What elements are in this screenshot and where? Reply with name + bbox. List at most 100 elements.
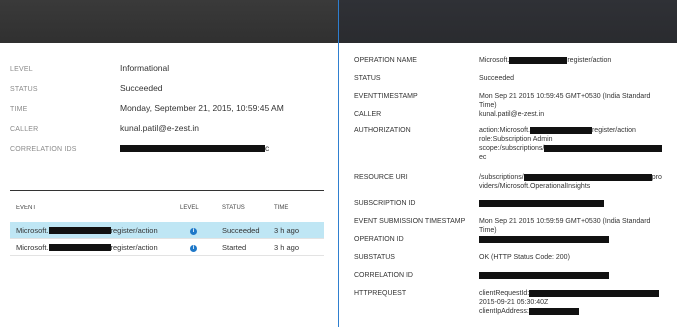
summary-time-label: TIME — [10, 106, 28, 113]
prop-value — [479, 271, 669, 280]
value-line: 2015-09-21 05:30:40Z — [479, 299, 549, 306]
event-name-suffix: register/action — [110, 242, 158, 252]
info-icon: i — [190, 245, 197, 252]
summary-status-label: STATUS — [10, 86, 38, 93]
prop-label: CORRELATION ID — [354, 272, 413, 279]
status-cell: Started — [222, 242, 247, 252]
events-table-header: EVENT LEVEL STATUS TIME — [10, 199, 324, 216]
column-header-event[interactable]: EVENT — [10, 205, 180, 211]
time-cell: 3 h ago — [274, 225, 300, 235]
event-name-cell: Microsoft. register/action — [10, 243, 180, 252]
prop-authorization: AUTHORIZATION action:Microsoft. register/… — [354, 126, 672, 173]
prop-subscription-id: SUBSCRIPTION ID — [354, 199, 672, 217]
summary-level-label: LEVEL — [10, 66, 33, 73]
prop-value: Microsoft. register/action — [479, 56, 669, 65]
event-name-prefix: Microsoft. — [16, 225, 49, 235]
prop-value: OK (HTTP Status Code: 200) — [479, 254, 570, 261]
redaction-bar — [479, 235, 609, 243]
redaction-bar — [48, 227, 111, 235]
status-cell: Succeeded — [222, 225, 260, 235]
summary-time-value: Monday, September 21, 2015, 10:59:45 AM — [120, 103, 284, 113]
event-properties: OPERATION NAME Microsoft. register/action… — [354, 56, 672, 319]
redaction-bar — [479, 271, 609, 279]
event-name-suffix: register/action — [110, 225, 158, 235]
summary-caller-label: CALLER — [10, 126, 39, 133]
table-row[interactable]: Microsoft. register/action i Started 3 h … — [10, 239, 324, 256]
prop-resource-uri: RESOURCE URI /subscriptions/pro viders/M… — [354, 173, 672, 199]
summary-correlation-value: c — [120, 143, 269, 153]
summary-status-value: Succeeded — [120, 83, 163, 93]
value-line: role:Subscription Admin — [479, 136, 553, 143]
summary-level-row: LEVEL Informational — [10, 63, 330, 83]
prop-value — [479, 235, 669, 244]
column-header-status[interactable]: STATUS — [222, 205, 274, 211]
time-cell: 3 h ago — [274, 242, 300, 252]
blade-header — [0, 0, 338, 43]
redaction-bar — [48, 244, 111, 252]
column-header-time[interactable]: TIME — [274, 205, 318, 211]
redaction-bar — [509, 56, 568, 64]
prop-value: Succeeded — [479, 75, 515, 82]
redaction-bar — [544, 144, 663, 152]
value-part: pro — [651, 174, 662, 181]
redaction-bar — [479, 199, 604, 207]
prop-operation-name: OPERATION NAME Microsoft. register/action — [354, 56, 672, 74]
value-part: clientRequestId: — [479, 290, 530, 297]
prop-value: /subscriptions/pro viders/Microsoft.Oper… — [479, 173, 669, 191]
level-cell: i — [180, 225, 222, 235]
value-part: scope:/subscriptions/ — [479, 145, 545, 152]
redaction-bar — [528, 307, 579, 315]
value-part: clientIpAddress: — [479, 308, 529, 315]
prop-label: OPERATION NAME — [354, 57, 417, 64]
prop-label: HTTPREQUEST — [354, 290, 407, 297]
redaction-bar — [120, 145, 265, 153]
prop-operation-id: OPERATION ID — [354, 235, 672, 253]
prop-eventtimestamp: EVENTTIMESTAMP Mon Sep 21 2015 10:59:45 … — [354, 92, 672, 110]
info-icon: i — [190, 228, 197, 235]
activity-log-blade: LEVEL Informational STATUS Succeeded TIM… — [0, 0, 338, 327]
summary-correlation-row: CORRELATION IDS c — [10, 143, 330, 163]
prop-httprequest: HTTPREQUEST clientRequestId: 2015-09-21 … — [354, 289, 672, 319]
summary-correlation-label: CORRELATION IDS — [10, 146, 77, 153]
prop-label: OPERATION ID — [354, 236, 404, 243]
event-details-blade: OPERATION NAME Microsoft. register/action… — [339, 0, 677, 327]
value-part: register/action — [567, 57, 612, 64]
value-line: ec — [479, 154, 487, 161]
value-part: Microsoft. — [479, 57, 510, 64]
value-line: scope:/subscriptions/ — [479, 144, 669, 153]
summary-caller-row: CALLER kunal.patil@e-zest.in — [10, 123, 330, 143]
details-header — [339, 0, 677, 43]
redaction-bar — [529, 289, 660, 297]
prop-value: clientRequestId: 2015-09-21 05:30:40Z cl… — [479, 289, 669, 316]
prop-caller: CALLER kunal.patil@e-zest.in — [354, 110, 672, 126]
event-name-prefix: Microsoft. — [16, 242, 49, 252]
prop-value: Mon Sep 21 2015 10:59:59 GMT+0530 (India… — [479, 218, 651, 234]
redaction-bar — [523, 173, 652, 181]
summary-time-row: TIME Monday, September 21, 2015, 10:59:4… — [10, 103, 330, 123]
table-row[interactable]: Microsoft. register/action i Succeeded 3 … — [10, 222, 324, 239]
event-summary: LEVEL Informational STATUS Succeeded TIM… — [10, 63, 330, 163]
summary-caller-value: kunal.patil@e-zest.in — [120, 123, 200, 133]
value-part: action:Microsoft. — [479, 127, 530, 134]
level-cell: i — [180, 242, 222, 252]
value-part: /subscriptions/ — [479, 174, 524, 181]
prop-label: CALLER — [354, 111, 382, 118]
prop-label: STATUS — [354, 75, 381, 82]
prop-label: SUBSTATUS — [354, 254, 395, 261]
prop-label: SUBSCRIPTION ID — [354, 200, 416, 207]
value-line: clientIpAddress: — [479, 307, 669, 316]
events-table: EVENT LEVEL STATUS TIME Microsoft. regist… — [10, 190, 324, 256]
prop-substatus: SUBSTATUS OK (HTTP Status Code: 200) — [354, 253, 672, 271]
prop-label: EVENT SUBMISSION TIMESTAMP — [354, 218, 466, 225]
value-part: register/action — [591, 127, 636, 134]
prop-value — [479, 199, 669, 208]
column-header-level[interactable]: LEVEL — [180, 205, 222, 211]
prop-value: kunal.patil@e-zest.in — [479, 111, 545, 118]
value-line: /subscriptions/pro — [479, 173, 669, 182]
value-line: viders/Microsoft.OperationalInsights — [479, 183, 591, 190]
prop-label: EVENTTIMESTAMP — [354, 93, 418, 100]
prop-value: action:Microsoft. register/action role:Su… — [479, 126, 669, 162]
prop-status: STATUS Succeeded — [354, 74, 672, 92]
redaction-bar — [529, 126, 592, 134]
summary-status-row: STATUS Succeeded — [10, 83, 330, 103]
